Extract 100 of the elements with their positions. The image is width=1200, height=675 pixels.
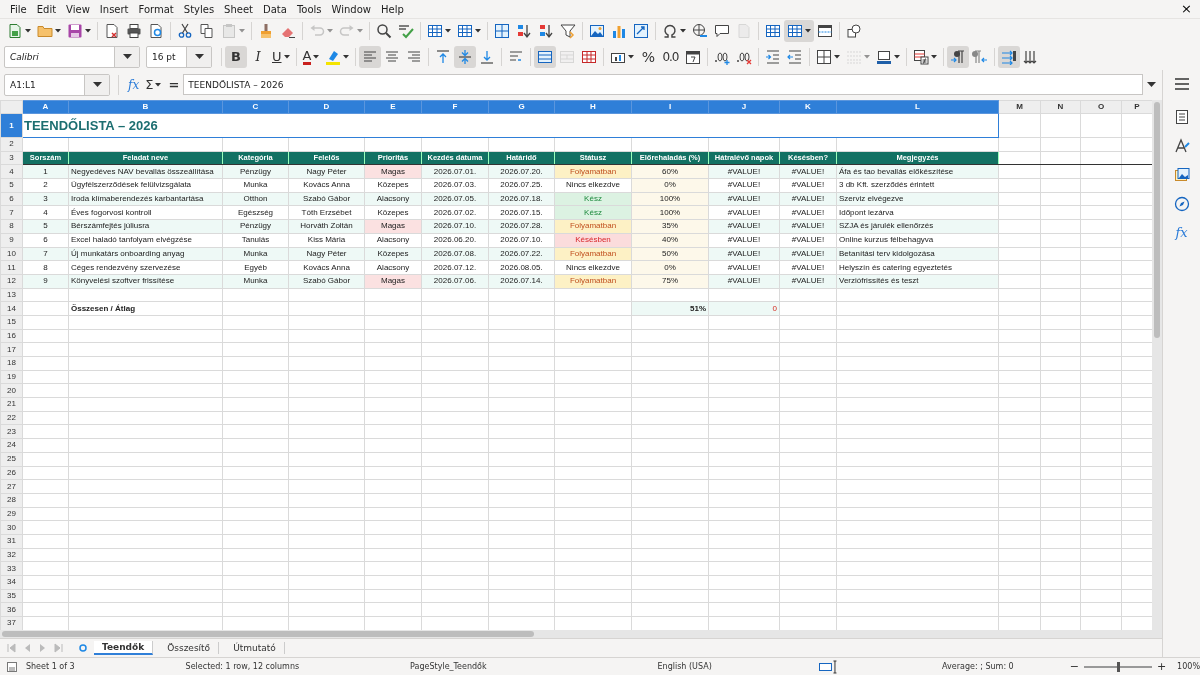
calendar-icon (684, 48, 701, 65)
table-cell: Kovács Anna (288, 178, 365, 193)
menu-item[interactable]: File (5, 3, 32, 15)
italic-button[interactable]: I (247, 45, 269, 68)
table-cell: Excel haladó tanfolyam elvégzése (68, 233, 223, 247)
image-icon (589, 23, 605, 39)
status-text: Selected: 1 row, 12 columns (185, 662, 301, 671)
table-cell: Céges rendezvény szervezése (68, 260, 223, 275)
border-color-icon (875, 48, 892, 65)
sheet-tab[interactable]: Összesítő (159, 642, 220, 654)
caret-icon (805, 29, 811, 33)
table-cell: 6 (22, 233, 69, 247)
row-header[interactable]: 1 (0, 113, 23, 138)
align-left-icon (362, 48, 379, 65)
scroll-thumb[interactable] (1154, 102, 1160, 338)
font-name-field[interactable]: Calibri (4, 45, 140, 68)
zoom-in-button[interactable]: + (1153, 660, 1170, 673)
caret-icon (327, 29, 333, 33)
align-top-icon (435, 48, 452, 65)
table-cell: #VALUE! (779, 205, 837, 220)
properties-icon (1173, 109, 1190, 125)
table-cell: 2026.07.03. (421, 178, 489, 193)
functions-button[interactable]: fx (1175, 225, 1188, 240)
copy-icon (199, 23, 215, 39)
close-button[interactable]: × (1173, 2, 1200, 16)
sheet-tab[interactable]: Teendők (94, 641, 154, 655)
column-header[interactable]: K (779, 100, 837, 114)
sort-icon (494, 23, 510, 39)
ltr-button[interactable] (946, 45, 969, 68)
column-header[interactable]: E (364, 100, 422, 114)
menu-item[interactable]: Help (376, 3, 409, 15)
table-cell: 4 (22, 205, 69, 220)
table-cell: Kovács Anna (288, 260, 365, 275)
slider-thumb[interactable] (1116, 661, 1120, 672)
menu-item[interactable]: Data (258, 3, 292, 15)
standard-button[interactable]: 0.0 (659, 45, 682, 68)
table-cell: Alacsony (364, 233, 422, 247)
alignmiddle-button[interactable] (454, 45, 477, 68)
underline-button[interactable]: U (269, 45, 293, 68)
scroll-thumb[interactable] (2, 631, 534, 637)
spreadsheet-icon (7, 23, 23, 39)
name-box[interactable]: A1:L1 (4, 73, 110, 96)
table-cell: #VALUE! (708, 260, 780, 275)
caret-icon (445, 29, 451, 33)
function-wizard-button[interactable]: fx (125, 77, 143, 92)
percent-button[interactable]: % (637, 45, 660, 68)
menu-item[interactable]: Insert (94, 3, 134, 15)
column-header[interactable]: F (421, 100, 489, 114)
caret-icon (25, 29, 31, 33)
column-header[interactable]: D (288, 100, 365, 114)
column-header[interactable]: J (708, 100, 780, 114)
caret-icon (85, 29, 91, 33)
zoom-out-button[interactable]: − (1066, 660, 1083, 673)
column-header[interactable]: P (1121, 100, 1152, 114)
column-header[interactable]: A (22, 100, 69, 114)
table-cell: #VALUE! (779, 178, 837, 193)
formula-button[interactable]: = (164, 77, 184, 92)
table-cell: Munka (222, 178, 289, 193)
column-header[interactable]: H (554, 100, 632, 114)
conditional-format-icon (912, 48, 929, 65)
column-header[interactable]: C (222, 100, 289, 114)
table-icon (787, 23, 803, 39)
table-cell: Alacsony (364, 260, 422, 275)
textorient-button[interactable] (997, 45, 1020, 68)
merge-button[interactable] (534, 45, 557, 68)
menu-item[interactable]: Window (326, 3, 376, 15)
column-header[interactable]: I (631, 100, 709, 114)
menu-item[interactable]: Edit (31, 3, 62, 15)
table-icon (765, 23, 781, 39)
font-size-field[interactable]: 16 pt (146, 45, 212, 68)
table-cell: Online kurzus félbehagyva (836, 233, 999, 247)
column-header[interactable]: B (68, 100, 223, 114)
table-cell: #VALUE! (779, 233, 837, 247)
menu-item[interactable]: Format (133, 3, 179, 15)
column-header[interactable]: O (1080, 100, 1122, 114)
table-cell: 2 (22, 178, 69, 193)
formula-input[interactable]: TEENDŐLISTA – 2026 (183, 74, 1143, 95)
freeze-button[interactable] (784, 20, 814, 42)
column-header[interactable]: M (998, 100, 1041, 114)
table-cell: #VALUE! (708, 233, 780, 247)
menu-item[interactable]: Styles (178, 3, 220, 15)
column-header[interactable]: L (836, 100, 999, 114)
menu-item[interactable]: Tools (291, 3, 327, 15)
vertical-scrollbar[interactable] (1152, 100, 1162, 630)
sum-button[interactable]: Σ (142, 77, 165, 92)
bold-button[interactable]: B (225, 45, 247, 68)
menu-item[interactable]: Sheet (219, 3, 259, 15)
menu-item[interactable]: View (61, 3, 95, 15)
sheet-tab[interactable]: Útmutató (225, 642, 285, 654)
image-icon (1173, 167, 1190, 183)
column-header[interactable]: N (1040, 100, 1081, 114)
fontcolor-button[interactable]: A (299, 45, 323, 68)
brush-letter-icon (1173, 138, 1190, 154)
horizontal-scrollbar[interactable] (0, 630, 1162, 638)
sort-ascending-icon (516, 23, 532, 39)
sheet-title: TEENDŐLISTA – 2026 (22, 113, 999, 138)
indent-icon (764, 48, 781, 65)
align-middle-icon (457, 48, 474, 65)
column-header[interactable]: G (488, 100, 555, 114)
first-sheet-icon (6, 643, 16, 653)
